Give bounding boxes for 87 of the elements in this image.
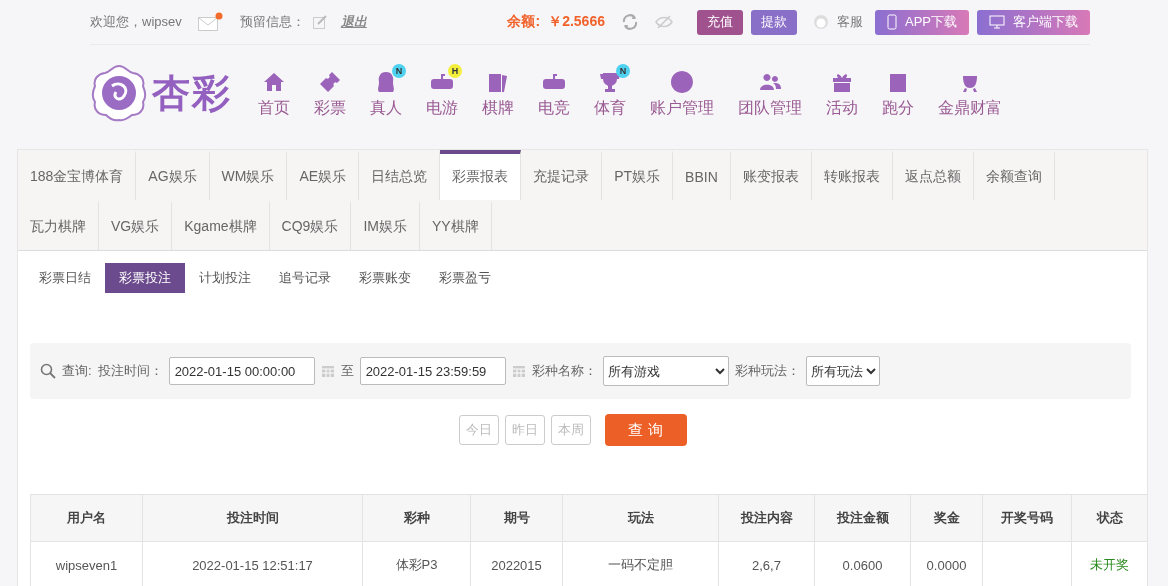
report-tab[interactable]: AE娱乐 bbox=[287, 150, 360, 200]
column-header: 期号 bbox=[470, 494, 563, 542]
report-tab[interactable]: BBIN bbox=[673, 150, 731, 200]
customer-service-link[interactable]: 客服 bbox=[837, 13, 863, 31]
search-icon bbox=[40, 363, 56, 379]
deposit-button[interactable]: 充值 bbox=[697, 9, 743, 35]
column-header: 投注时间 bbox=[142, 494, 363, 542]
report-tab[interactable]: 188金宝博体育 bbox=[18, 150, 137, 200]
report-tab[interactable]: PT娱乐 bbox=[602, 150, 674, 200]
sub-tab[interactable]: 彩票盈亏 bbox=[425, 263, 505, 293]
nav-item[interactable]: 电竞 bbox=[538, 67, 570, 119]
report-tab[interactable]: 充提记录 bbox=[521, 150, 603, 200]
report-tab[interactable]: YY棋牌 bbox=[419, 200, 492, 250]
report-tab[interactable]: 彩票报表 bbox=[440, 150, 522, 200]
balance-amount: ￥2.5666 bbox=[548, 13, 605, 31]
reserved-info-label: 预留信息： bbox=[239, 13, 305, 31]
refresh-icon[interactable] bbox=[621, 13, 639, 31]
nav-item[interactable]: 跑分 bbox=[882, 67, 914, 119]
nav-item[interactable]: 棋牌 bbox=[482, 67, 514, 119]
report-tab[interactable]: AG娱乐 bbox=[136, 150, 210, 200]
query-button[interactable]: 查 询 bbox=[604, 414, 687, 446]
report-tab[interactable]: IM娱乐 bbox=[351, 200, 420, 250]
table-cell: 0.0000 bbox=[926, 557, 967, 573]
column-header: 玩法 bbox=[562, 494, 719, 542]
lottery-name-select[interactable]: 所有游戏 bbox=[602, 356, 729, 386]
column-header: 开奖号码 bbox=[982, 494, 1072, 542]
phone-icon bbox=[887, 14, 897, 30]
app-download-button[interactable]: APP下载 bbox=[875, 9, 969, 35]
report-tab[interactable]: 返点总额 bbox=[892, 150, 974, 200]
table-cell: 0.0600 bbox=[842, 557, 883, 573]
report-tab[interactable]: CQ9娱乐 bbox=[269, 200, 352, 250]
query-label: 查询: bbox=[62, 362, 92, 380]
table-cell: 2022015 bbox=[491, 557, 542, 573]
client-download-button[interactable]: 客户端下载 bbox=[977, 9, 1090, 35]
mail-icon[interactable] bbox=[197, 12, 224, 32]
column-header: 投注金额 bbox=[814, 494, 911, 542]
to-label: 至 bbox=[340, 362, 354, 380]
nav-item[interactable]: 首页 bbox=[258, 67, 290, 119]
ticket-icon bbox=[318, 69, 342, 94]
report-tab[interactable]: Kgame棋牌 bbox=[172, 200, 270, 250]
nav-item[interactable]: 金鼎财富 bbox=[938, 67, 1002, 119]
column-header: 彩种 bbox=[362, 494, 471, 542]
lottery-name-label: 彩种名称： bbox=[531, 362, 597, 380]
nav-item[interactable]: 团队管理 bbox=[738, 67, 802, 119]
start-time-field[interactable]: 2022-01-15 00:00:00 bbox=[168, 357, 315, 385]
table-cell: wipseven1 bbox=[55, 557, 118, 573]
column-header: 奖金 bbox=[910, 494, 983, 542]
report-tab[interactable]: WM娱乐 bbox=[209, 150, 288, 200]
nav-badge: N bbox=[392, 63, 406, 78]
end-time-field[interactable]: 2022-01-15 23:59:59 bbox=[359, 357, 506, 385]
balance-label: 余额: bbox=[507, 13, 541, 31]
play-type-label: 彩种玩法： bbox=[734, 362, 800, 380]
welcome-text: 欢迎您，wipsev bbox=[90, 13, 182, 31]
table-cell: 一码不定胆 bbox=[608, 557, 673, 572]
bet-time-label: 投注时间： bbox=[97, 362, 163, 380]
sub-tab[interactable]: 彩票投注 bbox=[105, 263, 185, 293]
monitor-icon bbox=[989, 15, 1005, 29]
sub-tab[interactable]: 追号记录 bbox=[265, 263, 345, 293]
calendar-icon[interactable] bbox=[320, 364, 335, 378]
report-tab[interactable]: 转账报表 bbox=[811, 150, 893, 200]
nav-badge: N bbox=[616, 63, 630, 78]
report-tab[interactable]: VG娱乐 bbox=[99, 200, 173, 250]
sub-tab[interactable]: 计划投注 bbox=[185, 263, 265, 293]
eye-slash-icon[interactable] bbox=[655, 15, 673, 29]
report-tab[interactable]: 账变报表 bbox=[730, 150, 812, 200]
sub-tab[interactable]: 彩票账变 bbox=[345, 263, 425, 293]
nav-badge: H bbox=[448, 63, 462, 78]
report-tab[interactable]: 余额查询 bbox=[973, 150, 1055, 200]
nav-item[interactable]: 活动 bbox=[826, 67, 858, 119]
column-header: 用户名 bbox=[30, 494, 143, 542]
edit-icon[interactable] bbox=[312, 15, 327, 29]
nav-item[interactable]: 账户管理 bbox=[650, 67, 714, 119]
table-cell: 2,6,7 bbox=[752, 557, 781, 573]
logo-text: 杏彩 bbox=[152, 70, 232, 116]
play-type-select[interactable]: 所有玩法 bbox=[805, 356, 880, 386]
logo-emblem-icon bbox=[90, 64, 148, 122]
column-header: 状态 bbox=[1071, 494, 1148, 542]
withdraw-button[interactable]: 提款 bbox=[751, 9, 797, 35]
logout-link[interactable]: 退出 bbox=[340, 13, 367, 31]
column-header: 投注内容 bbox=[718, 494, 815, 542]
report-tab[interactable]: 瓦力棋牌 bbox=[18, 200, 99, 250]
sub-tab[interactable]: 彩票日结 bbox=[25, 263, 105, 293]
calendar-icon[interactable] bbox=[511, 364, 526, 378]
nav-item[interactable]: 彩票 bbox=[314, 67, 346, 119]
table-cell: 2022-01-15 12:51:17 bbox=[192, 557, 313, 573]
table-cell: 体彩P3 bbox=[395, 557, 438, 572]
table-cell: 未开奖 bbox=[1090, 557, 1129, 572]
